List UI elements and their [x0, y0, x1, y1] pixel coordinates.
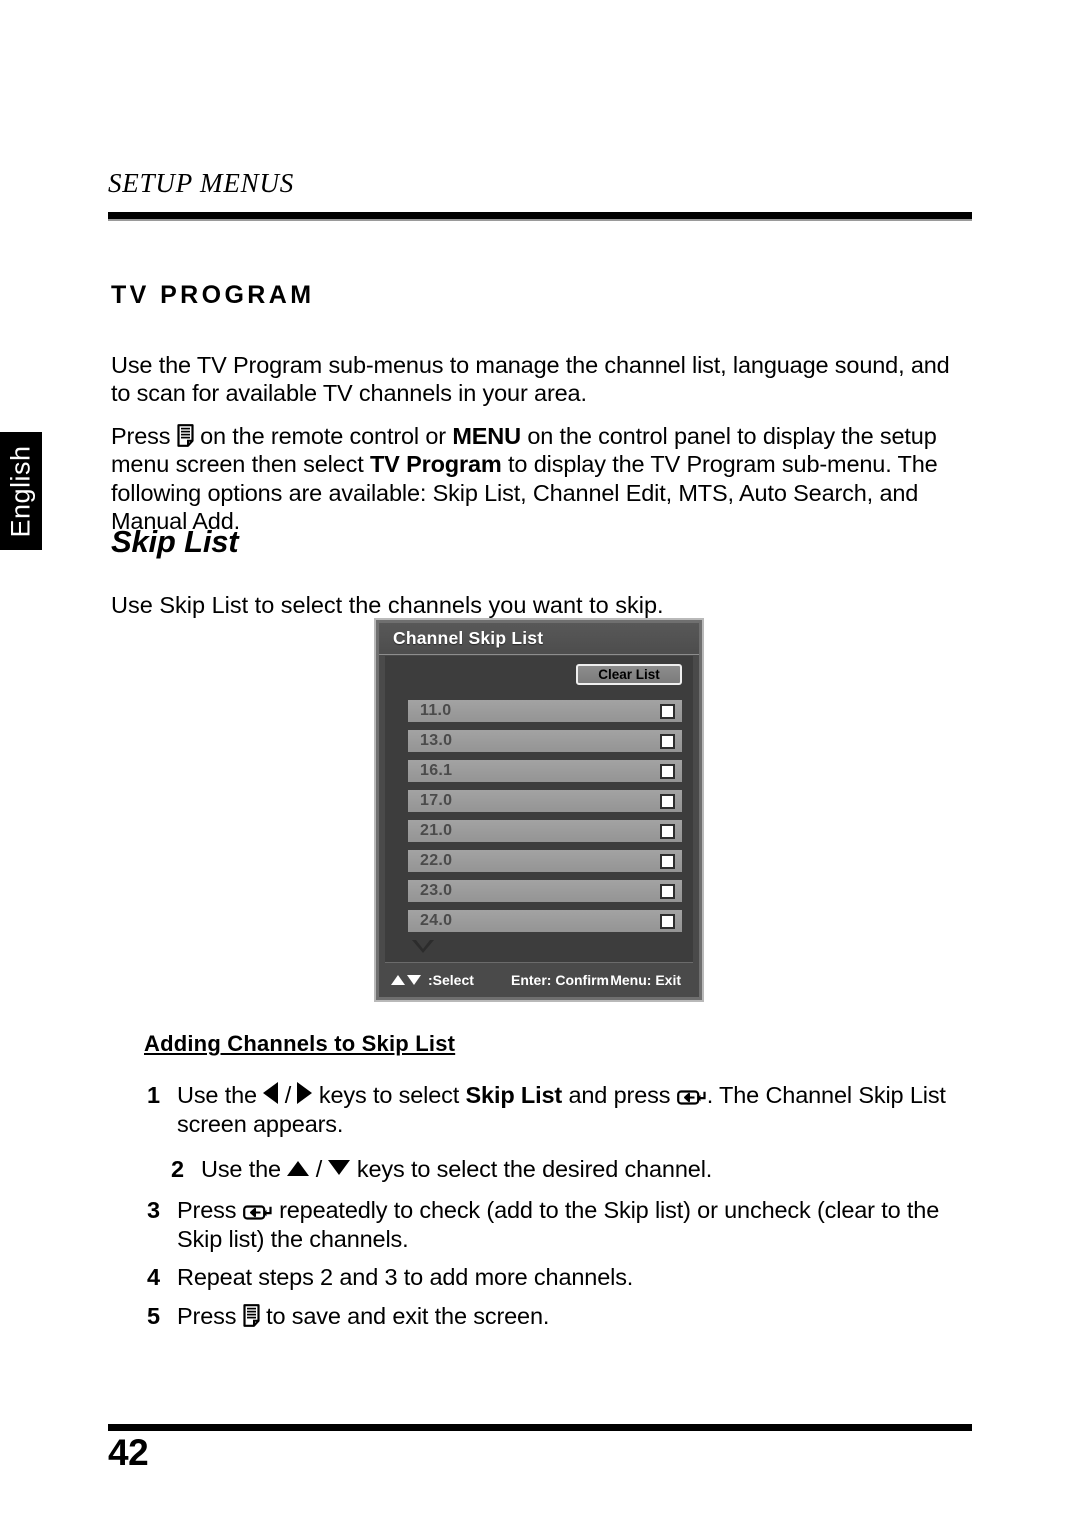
- procedure-step: 3 Press repeatedly to check (add to the …: [147, 1196, 977, 1254]
- step2-b: keys to select the desired channel.: [350, 1156, 713, 1182]
- footer-rule: [108, 1424, 972, 1431]
- step5-b: to save and exit the screen.: [259, 1303, 550, 1329]
- language-tab-label: English: [5, 444, 36, 538]
- channel-checkbox[interactable]: [660, 793, 675, 809]
- channel-checkbox[interactable]: [660, 823, 675, 839]
- menu-remote-icon: [243, 1304, 260, 1327]
- tv-program-keyword: TV Program: [369, 451, 502, 477]
- clear-list-row: Clear List: [396, 664, 682, 685]
- page-title: TV PROGRAM: [111, 281, 315, 309]
- intro-paragraph: Use the TV Program sub-menus to manage t…: [111, 351, 950, 407]
- para2-a: Press: [111, 422, 177, 449]
- channel-row[interactable]: 23.0: [408, 880, 682, 902]
- step2-a: Use the: [201, 1156, 288, 1182]
- step-text: Press to save and exit the screen.: [177, 1302, 947, 1331]
- arrow-left-icon: [263, 1082, 279, 1104]
- step2-sep: /: [309, 1156, 329, 1182]
- channel-row[interactable]: 16.1: [408, 760, 682, 782]
- running-head: SETUP MENUS: [108, 168, 295, 198]
- channel-row[interactable]: 11.0: [408, 700, 682, 722]
- osd-channel-list: Clear List 11.0 13.0 16.1 17.0 21.0 22.0…: [385, 656, 693, 963]
- step1-c: and press: [562, 1082, 677, 1108]
- channel-checkbox[interactable]: [660, 763, 675, 779]
- page-content: SETUP MENUS TV PROGRAM Use the TV Progra…: [108, 0, 974, 1529]
- osd-footer: :Select Enter: Confirm Menu: Exit: [385, 967, 693, 993]
- step1-a: Use the: [177, 1082, 264, 1108]
- header-rule: [108, 212, 972, 221]
- channel-row[interactable]: 22.0: [408, 850, 682, 872]
- channel-label: 21.0: [420, 822, 453, 839]
- menu-remote-icon: [177, 423, 194, 447]
- step3-a: Press: [177, 1197, 243, 1223]
- channel-label: 13.0: [420, 732, 453, 749]
- channel-row[interactable]: 13.0: [408, 730, 682, 752]
- osd-footer-exit-label: Menu: Exit: [610, 972, 681, 988]
- channel-label: 23.0: [420, 882, 453, 899]
- procedure-step: 1 Use the / keys to select Skip List and…: [147, 1081, 972, 1139]
- scroll-down-arrow-icon[interactable]: [412, 940, 434, 953]
- para2-b: on the remote control or: [193, 422, 453, 449]
- language-tab: English: [0, 432, 42, 550]
- osd-footer-enter-label: Enter: Confirm: [511, 972, 609, 988]
- channel-row[interactable]: 21.0: [408, 820, 682, 842]
- step-number: 5: [147, 1303, 160, 1329]
- channel-label: 16.1: [420, 762, 453, 779]
- arrow-up-icon: [391, 975, 405, 985]
- arrow-up-icon: [287, 1161, 310, 1176]
- step-text: Repeat steps 2 and 3 to add more channel…: [177, 1264, 634, 1290]
- step1-b: keys to select: [312, 1082, 466, 1108]
- procedure-step: 2 Use the / keys to select the desired c…: [171, 1155, 971, 1184]
- procedure-heading: Adding Channels to Skip List: [144, 1031, 456, 1056]
- arrow-down-icon: [328, 1160, 351, 1175]
- step-text: Use the / keys to select the desired cha…: [201, 1155, 971, 1184]
- osd-window: Channel Skip List Clear List 11.0 13.0 1…: [379, 623, 699, 997]
- channel-checkbox[interactable]: [660, 733, 675, 749]
- step-number: 2: [171, 1156, 184, 1182]
- channel-checkbox[interactable]: [660, 853, 675, 869]
- menu-keyword: MENU: [452, 422, 521, 449]
- osd-titlebar: Channel Skip List: [379, 623, 699, 655]
- arrow-down-icon: [407, 975, 421, 985]
- channel-label: 24.0: [420, 912, 453, 929]
- subsection-intro: Use Skip List to select the channels you…: [111, 591, 664, 618]
- arrow-right-icon: [297, 1082, 313, 1104]
- page-number: 42: [108, 1432, 149, 1473]
- channel-checkbox[interactable]: [660, 913, 675, 929]
- channel-checkbox[interactable]: [660, 883, 675, 899]
- skip-list-keyword: Skip List: [465, 1082, 563, 1108]
- osd-footer-select: :Select: [391, 972, 474, 988]
- enter-key-icon: [242, 1204, 273, 1221]
- step-text: Press repeatedly to check (add to the Sk…: [177, 1196, 977, 1254]
- channel-label: 11.0: [420, 702, 452, 719]
- step-number: 4: [147, 1264, 160, 1290]
- procedure-step: 4 Repeat steps 2 and 3 to add more chann…: [147, 1263, 947, 1292]
- step-text: Use the / keys to select Skip List and p…: [177, 1081, 972, 1139]
- osd-footer-select-label: :Select: [428, 972, 474, 988]
- channel-label: 17.0: [420, 792, 453, 809]
- channel-label: 22.0: [420, 852, 453, 869]
- procedure-step: 5 Press to save and exit the screen.: [147, 1302, 947, 1331]
- enter-key-icon: [676, 1089, 707, 1106]
- step-number: 3: [147, 1197, 160, 1223]
- channel-checkbox[interactable]: [660, 703, 675, 719]
- subsection-title: Skip List: [111, 524, 239, 559]
- step3-b: repeatedly to check (add to the Skip lis…: [177, 1197, 940, 1252]
- osd-screenshot: Channel Skip List Clear List 11.0 13.0 1…: [374, 618, 704, 1002]
- step-number: 1: [147, 1082, 160, 1108]
- osd-title: Channel Skip List: [393, 628, 544, 648]
- clear-list-button[interactable]: Clear List: [576, 664, 682, 685]
- menu-paragraph: Press on the remote control or MENU on t…: [111, 422, 956, 536]
- step1-sep: /: [278, 1082, 298, 1108]
- step5-a: Press: [177, 1303, 243, 1329]
- channel-row[interactable]: 24.0: [408, 910, 682, 932]
- channel-row[interactable]: 17.0: [408, 790, 682, 812]
